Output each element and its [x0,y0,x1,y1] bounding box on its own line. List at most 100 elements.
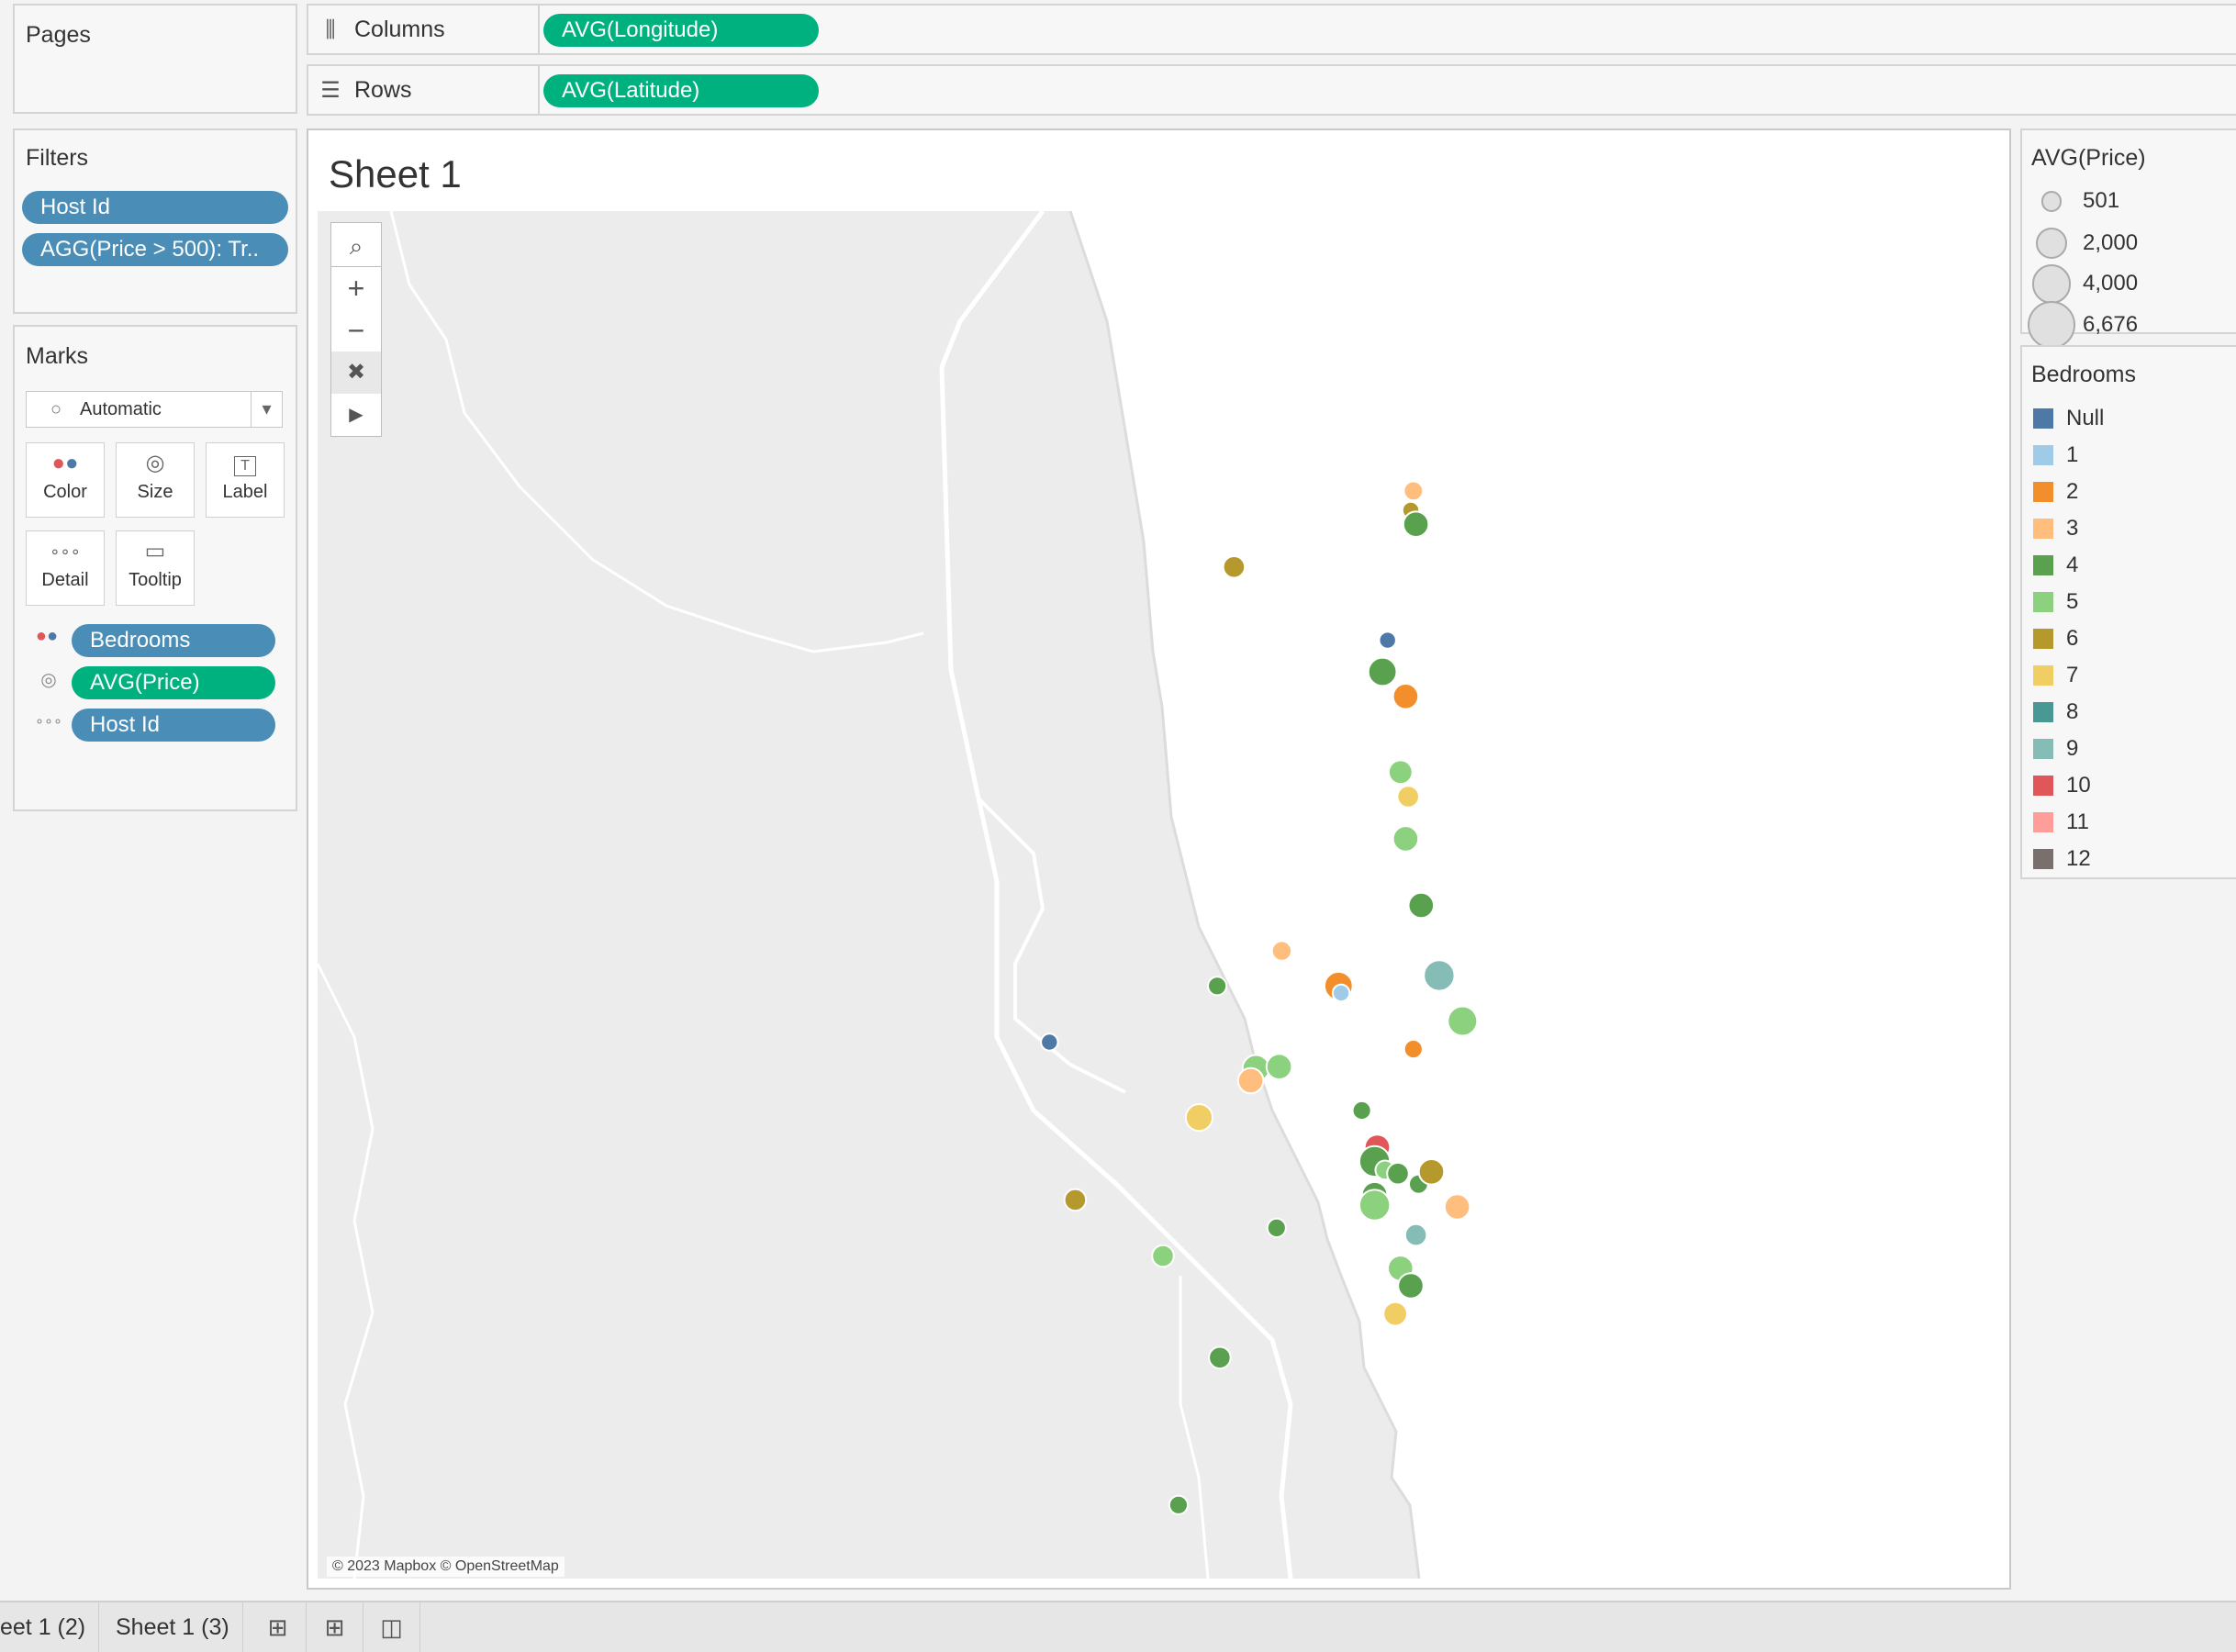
color-legend-item[interactable]: 10 [2033,773,2091,798]
color-legend-item[interactable]: 9 [2033,736,2078,762]
listing-point[interactable] [1351,1099,1372,1122]
color-legend-item[interactable]: Null [2033,406,2104,431]
listing-point[interactable] [1358,1189,1392,1222]
listing-point[interactable] [1423,959,1456,992]
color-legend[interactable]: Bedrooms Null 1 2 3 4 5 6 7 8 9 10 11 12 [2020,345,2236,879]
new-dashboard-icon[interactable]: ⊞ [307,1602,363,1652]
color-legend-item[interactable]: 12 [2033,846,2091,872]
size-legend-item[interactable]: 2,000 [2026,228,2138,259]
listing-point[interactable] [1184,1103,1214,1133]
listing-point[interactable] [1443,1193,1471,1221]
size-legend-item[interactable]: 6,676 [2026,301,2138,349]
zoom-in-icon[interactable]: + [331,267,381,309]
worksheet-view[interactable]: Sheet 1 ⌕ + − ✖ ▶ © 2023 Mapbox © OpenSt… [307,128,2011,1590]
color-swatch [2033,482,2053,502]
listing-point[interactable] [1151,1244,1175,1268]
color-legend-item[interactable]: 6 [2033,626,2078,652]
rows-pill[interactable]: AVG(Latitude) [543,74,819,107]
listing-point[interactable] [1417,1158,1446,1186]
mark-type-icon: ○ [50,399,62,419]
rows-shelf[interactable]: ☰ Rows AVG(Latitude) [307,64,2236,116]
listing-point[interactable] [1403,1039,1424,1060]
color-button[interactable]: ●● Color [26,442,105,518]
color-legend-label: 8 [2066,699,2079,724]
rows-shelf-label: ☰ Rows [319,77,411,104]
listing-point[interactable] [1265,1053,1293,1081]
listing-point[interactable] [1331,983,1351,1003]
tab-sheet-1-3[interactable]: Sheet 1 (3) [103,1602,243,1652]
map-canvas[interactable] [316,209,1996,1579]
color-legend-title: Bedrooms [2031,362,2136,387]
detail-button[interactable]: ∘∘∘ Detail [26,530,105,606]
listing-point[interactable] [1367,656,1398,687]
label-button[interactable]: T Label [206,442,285,518]
color-legend-item[interactable]: 1 [2033,442,2078,468]
listing-point[interactable] [1266,1217,1287,1239]
listing-point[interactable] [1397,1272,1425,1300]
listing-point[interactable] [1403,1222,1428,1247]
sheet-title: Sheet 1 [329,152,462,195]
size-legend-item[interactable]: 4,000 [2026,264,2138,304]
color-swatch [2033,776,2053,796]
tab-sheet-1-2[interactable]: eet 1 (2) [0,1602,100,1652]
new-story-icon[interactable]: ◫ [363,1602,420,1652]
listing-point[interactable] [1168,1494,1190,1515]
color-legend-item[interactable]: 4 [2033,553,2078,578]
marks-panel[interactable]: Marks ○ Automatic ▾ ●● Color ◎ Size T La… [13,325,297,811]
size-button[interactable]: ◎ Size [116,442,195,518]
color-swatch [2033,702,2053,722]
filter-pill-host-id[interactable]: Host Id [22,191,288,224]
size-legend[interactable]: AVG(Price) 501 2,000 4,000 6,676 [2020,128,2236,349]
pin-map-icon[interactable]: ✖ [331,352,381,394]
listing-point[interactable] [1378,631,1397,650]
listing-point[interactable] [1236,1066,1265,1095]
filter-pill-price[interactable]: AGG(Price > 500): Tr.. [22,233,288,266]
mark-type-dropdown[interactable]: ○ Automatic ▾ [26,391,283,428]
color-legend-item[interactable]: 2 [2033,479,2078,505]
listing-point[interactable] [1407,891,1436,920]
color-legend-item[interactable]: 11 [2033,809,2089,835]
zoom-out-icon[interactable]: − [331,309,381,352]
detail-button-label: Detail [41,570,89,590]
marks-pill-avg-price[interactable]: AVG(Price) [72,666,275,699]
pages-panel[interactable]: Pages [13,4,297,114]
listing-point[interactable] [1270,940,1293,962]
color-swatch [2033,592,2053,612]
marks-pill-host-id[interactable]: Host Id [72,709,275,742]
color-legend-item[interactable]: 7 [2033,663,2078,688]
size-legend-item[interactable]: 501 [2026,188,2119,213]
listing-point[interactable] [1386,1161,1410,1186]
color-swatch [2033,445,2053,465]
listing-point[interactable] [1447,1005,1479,1037]
label-button-label: Label [222,482,268,502]
color-legend-item[interactable]: 8 [2033,699,2078,725]
listing-point[interactable] [1402,510,1430,539]
columns-shelf[interactable]: ⫼ Columns AVG(Longitude) [307,4,2236,55]
listing-point[interactable] [1382,1300,1408,1327]
listing-point[interactable] [1403,480,1425,502]
listing-point[interactable] [1387,759,1414,786]
color-swatch [2033,739,2053,759]
color-legend-item[interactable]: 5 [2033,589,2078,615]
marks-pill-bedrooms[interactable]: Bedrooms [72,624,275,657]
listing-point[interactable] [1396,785,1420,809]
marks-title: Marks [26,343,89,369]
size-legend-title: AVG(Price) [2031,145,2146,171]
color-legend-label: 7 [2066,663,2079,687]
search-icon[interactable]: ⌕ [330,222,382,270]
new-worksheet-icon[interactable]: ⊞ [250,1602,307,1652]
listing-point[interactable] [1063,1188,1088,1212]
expand-arrow-icon[interactable]: ▶ [331,394,381,436]
columns-pill[interactable]: AVG(Longitude) [543,14,819,47]
map[interactable]: ⌕ + − ✖ ▶ © 2023 Mapbox © OpenStreetMap [316,209,1996,1579]
listing-point[interactable] [1222,555,1247,579]
tooltip-button[interactable]: ▭ Tooltip [116,530,195,606]
listing-point[interactable] [1208,1345,1232,1370]
color-legend-item[interactable]: 3 [2033,516,2078,541]
listing-point[interactable] [1392,683,1420,710]
size-legend-circle [2040,191,2063,212]
listing-point[interactable] [1392,825,1420,853]
listing-point[interactable] [1040,1032,1059,1052]
filters-panel[interactable]: Filters Host Id AGG(Price > 500): Tr.. [13,128,297,314]
listing-point[interactable] [1207,976,1228,997]
